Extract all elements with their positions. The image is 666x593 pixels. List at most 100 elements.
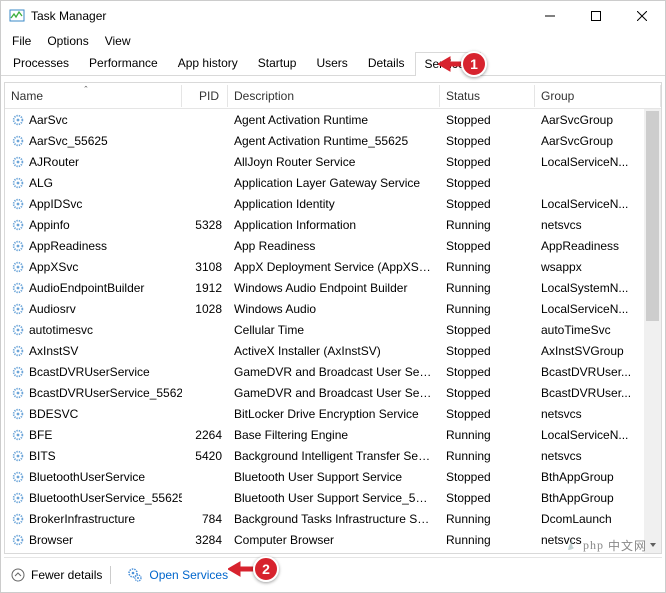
column-header-status[interactable]: Status xyxy=(440,85,535,107)
vertical-scrollbar[interactable] xyxy=(644,109,661,553)
service-name: AarSvc_55625 xyxy=(29,134,108,148)
service-name: BFE xyxy=(29,428,52,442)
service-name: AppIDSvc xyxy=(29,197,82,211)
menu-file[interactable]: File xyxy=(5,32,38,50)
service-name: BITS xyxy=(29,449,56,463)
table-row[interactable]: AxInstSVActiveX Installer (AxInstSV)Stop… xyxy=(5,340,661,361)
tab-users[interactable]: Users xyxy=(306,51,357,75)
table-row[interactable]: AarSvcAgent Activation RuntimeStoppedAar… xyxy=(5,109,661,130)
service-group: BthAppGroup xyxy=(535,470,661,484)
open-services-label: Open Services xyxy=(149,568,228,582)
service-group: netsvcs xyxy=(535,407,661,421)
service-name: BluetoothUserService xyxy=(29,470,145,484)
services-table: Name⌃ PID Description Status Group AarSv… xyxy=(4,82,662,554)
table-row[interactable]: Appinfo5328Application InformationRunnin… xyxy=(5,214,661,235)
service-pid: 1028 xyxy=(182,302,228,316)
fewer-details-link[interactable]: Fewer details xyxy=(11,568,102,582)
service-description: Application Identity xyxy=(228,197,440,211)
scroll-thumb[interactable] xyxy=(646,111,659,321)
table-row[interactable]: BcastDVRUserService_55625GameDVR and Bro… xyxy=(5,382,661,403)
service-group: AarSvcGroup xyxy=(535,134,661,148)
fewer-details-label: Fewer details xyxy=(31,568,102,582)
table-row[interactable]: BDESVCBitLocker Drive Encryption Service… xyxy=(5,403,661,424)
table-row[interactable]: BITS 5420Background Intelligent Transfer … xyxy=(5,445,661,466)
annotation-number: 2 xyxy=(253,556,279,582)
table-row[interactable]: AJRouterAllJoyn Router ServiceStoppedLoc… xyxy=(5,151,661,172)
service-pid: 3284 xyxy=(182,533,228,547)
service-group: autoTimeSvc xyxy=(535,323,661,337)
column-header-description[interactable]: Description xyxy=(228,85,440,107)
annotation-number: 1 xyxy=(461,51,487,77)
service-name: ALG xyxy=(29,176,53,190)
table-row[interactable]: autotimesvcCellular TimeStoppedautoTimeS… xyxy=(5,319,661,340)
service-group: LocalServiceN... xyxy=(535,428,661,442)
watermark: php中文网 xyxy=(565,537,647,554)
service-status: Stopped xyxy=(440,386,535,400)
table-row[interactable]: ALGApplication Layer Gateway ServiceStop… xyxy=(5,172,661,193)
service-pid: 2264 xyxy=(182,428,228,442)
service-name: BcastDVRUserService xyxy=(29,365,150,379)
service-description: Cellular Time xyxy=(228,323,440,337)
menu-view[interactable]: View xyxy=(98,32,138,50)
service-status: Stopped xyxy=(440,239,535,253)
service-pid: 5420 xyxy=(182,449,228,463)
service-status: Stopped xyxy=(440,407,535,421)
service-status: Stopped xyxy=(440,323,535,337)
service-group: AarSvcGroup xyxy=(535,113,661,127)
service-description: Application Information xyxy=(228,218,440,232)
table-row[interactable]: AppIDSvcApplication IdentityStoppedLocal… xyxy=(5,193,661,214)
service-group: DcomLaunch xyxy=(535,512,661,526)
service-status: Stopped xyxy=(440,470,535,484)
service-description: Windows Audio Endpoint Builder xyxy=(228,281,440,295)
column-header-group[interactable]: Group xyxy=(535,85,661,107)
service-group: AppReadiness xyxy=(535,239,661,253)
table-row[interactable]: BTAGServiceBluetooth Audio Gateway Servi… xyxy=(5,550,661,553)
service-name: BluetoothUserService_55625 xyxy=(29,491,182,505)
table-row[interactable]: BcastDVRUserService GameDVR and Broadcast… xyxy=(5,361,661,382)
close-button[interactable] xyxy=(619,1,665,31)
service-description: ActiveX Installer (AxInstSV) xyxy=(228,344,440,358)
tab-processes[interactable]: Processes xyxy=(3,51,79,75)
maximize-button[interactable] xyxy=(573,1,619,31)
service-group: BthAppGroup xyxy=(535,491,661,505)
table-row[interactable]: BluetoothUserServiceBluetooth User Suppo… xyxy=(5,466,661,487)
annotation-badge-2: 2 xyxy=(253,556,279,582)
table-row[interactable]: BFE2264Base Filtering EngineRunningLocal… xyxy=(5,424,661,445)
menu-options[interactable]: Options xyxy=(40,32,95,50)
open-services-link[interactable]: Open Services xyxy=(127,567,228,583)
table-row[interactable]: AppXSvc3108AppX Deployment Service (AppX… xyxy=(5,256,661,277)
service-name: AudioEndpointBuilder xyxy=(29,281,144,295)
table-row[interactable]: Audiosrv1028Windows AudioRunningLocalSer… xyxy=(5,298,661,319)
service-group: BcastDVRUser... xyxy=(535,365,661,379)
service-description: GameDVR and Broadcast User Service xyxy=(228,365,440,379)
service-status: Running xyxy=(440,281,535,295)
tab-app-history[interactable]: App history xyxy=(168,51,248,75)
table-row[interactable]: Browser3284Computer BrowserRunningnetsvc… xyxy=(5,529,661,550)
service-pid: 5328 xyxy=(182,218,228,232)
service-status: Stopped xyxy=(440,365,535,379)
table-row[interactable]: BluetoothUserService_55625Bluetooth User… xyxy=(5,487,661,508)
service-name: AarSvc xyxy=(29,113,68,127)
window-controls xyxy=(527,1,665,31)
service-description: Background Tasks Infrastructure Serv... xyxy=(228,512,440,526)
service-group: AxInstSVGroup xyxy=(535,344,661,358)
services-icon xyxy=(127,567,143,583)
tab-details[interactable]: Details xyxy=(358,51,415,75)
table-row[interactable]: AppReadinessApp ReadinessStoppedAppReadi… xyxy=(5,235,661,256)
service-status: Stopped xyxy=(440,155,535,169)
service-name: Browser xyxy=(29,533,73,547)
tab-performance[interactable]: Performance xyxy=(79,51,168,75)
table-header: Name⌃ PID Description Status Group xyxy=(5,83,661,109)
minimize-button[interactable] xyxy=(527,1,573,31)
tab-startup[interactable]: Startup xyxy=(248,51,307,75)
table-row[interactable]: AudioEndpointBuilder1912Windows Audio En… xyxy=(5,277,661,298)
column-header-name[interactable]: Name⌃ xyxy=(5,85,182,107)
service-status: Running xyxy=(440,428,535,442)
column-header-pid[interactable]: PID xyxy=(182,85,228,107)
service-group: wsappx xyxy=(535,260,661,274)
annotation-badge-1: 1 xyxy=(461,51,487,77)
table-row[interactable]: AarSvc_55625Agent Activation Runtime_556… xyxy=(5,130,661,151)
service-status: Running xyxy=(440,512,535,526)
table-row[interactable]: BrokerInfrastructure784Background Tasks … xyxy=(5,508,661,529)
service-description: Background Intelligent Transfer Servi... xyxy=(228,449,440,463)
